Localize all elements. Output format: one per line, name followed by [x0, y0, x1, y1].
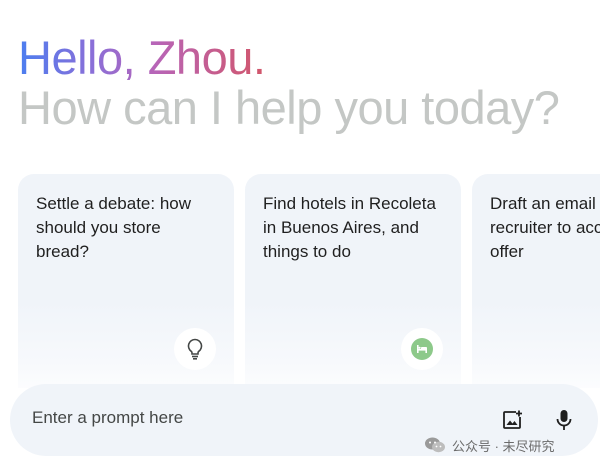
add-image-icon[interactable]: [498, 406, 526, 434]
greeting: Hello, Zhou.: [18, 30, 266, 86]
suggestion-card-text: Find hotels in Recoleta in Buenos Aires,…: [263, 194, 436, 261]
suggestion-card-bread[interactable]: Settle a debate: how should you store br…: [18, 174, 234, 388]
suggestion-cards: Settle a debate: how should you store br…: [18, 174, 600, 388]
greeting-hello: Hello, Zhou.: [18, 31, 266, 84]
hotel-icon: [401, 328, 443, 370]
prompt-input[interactable]: Enter a prompt here: [32, 408, 183, 428]
watermark-text: 公众号 · 未尽研究: [452, 438, 555, 454]
suggestion-card-email[interactable]: Draft an email to a recruiter to accept …: [472, 174, 600, 388]
microphone-icon[interactable]: [550, 406, 578, 434]
suggestion-card-text: Draft an email to a recruiter to accept …: [490, 194, 600, 261]
suggestion-card-text: Settle a debate: how should you store br…: [36, 194, 192, 261]
greeting-subtitle: How can I help you today?: [18, 81, 560, 134]
lightbulb-icon: [174, 328, 216, 370]
gemini-home: Hello, Zhou. How can I help you today? S…: [0, 0, 600, 469]
watermark: 公众号 · 未尽研究: [424, 434, 555, 456]
hotel-badge: [411, 338, 433, 360]
suggestion-card-hotels[interactable]: Find hotels in Recoleta in Buenos Aires,…: [245, 174, 461, 388]
wechat-icon: [425, 437, 445, 453]
